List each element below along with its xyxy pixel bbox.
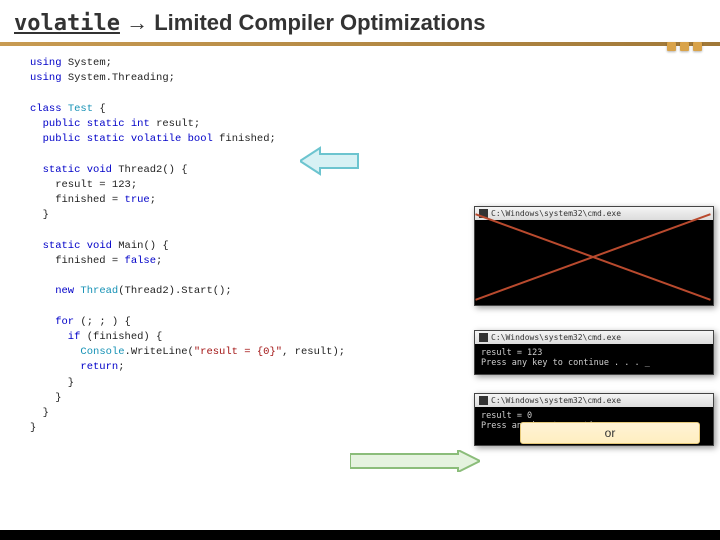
console-window-result-123: C:\Windows\system32\cmd.exe result = 123… <box>474 330 714 375</box>
title-keyword: volatile <box>14 11 120 36</box>
console-group: C:\Windows\system32\cmd.exe C:\Windows\s… <box>474 206 714 422</box>
title-rest: Limited Compiler Optimizations <box>154 10 485 35</box>
console-line: result = 123 <box>481 348 707 358</box>
console-titlebar: C:\Windows\system32\cmd.exe <box>475 394 713 407</box>
bottom-strip <box>0 530 720 540</box>
or-label: or <box>520 422 700 444</box>
console-titlebar: C:\Windows\system32\cmd.exe <box>475 331 713 344</box>
console-title-text: C:\Windows\system32\cmd.exe <box>491 333 621 342</box>
highlight-arrow-output <box>350 450 480 472</box>
cmd-icon <box>479 396 488 405</box>
console-line: result = 0 <box>481 411 707 421</box>
slide-content: using System; using System.Threading; cl… <box>0 46 720 536</box>
console-title-text: C:\Windows\system32\cmd.exe <box>491 396 621 405</box>
slide-title-bar: volatile → Limited Compiler Optimization… <box>0 0 720 46</box>
console-titlebar: C:\Windows\system32\cmd.exe <box>475 207 713 220</box>
console-line: Press any key to continue . . . _ <box>481 358 707 368</box>
cmd-icon <box>479 209 488 218</box>
console-title-text: C:\Windows\system32\cmd.exe <box>491 209 621 218</box>
title-arrow: → <box>126 10 148 35</box>
highlight-arrow-volatile <box>300 146 360 176</box>
console-body: result = 123 Press any key to continue .… <box>475 344 713 372</box>
slide-title: volatile → Limited Compiler Optimization… <box>14 10 706 36</box>
console-window-blank: C:\Windows\system32\cmd.exe <box>474 206 714 306</box>
cmd-icon <box>479 333 488 342</box>
console-body <box>475 220 713 298</box>
